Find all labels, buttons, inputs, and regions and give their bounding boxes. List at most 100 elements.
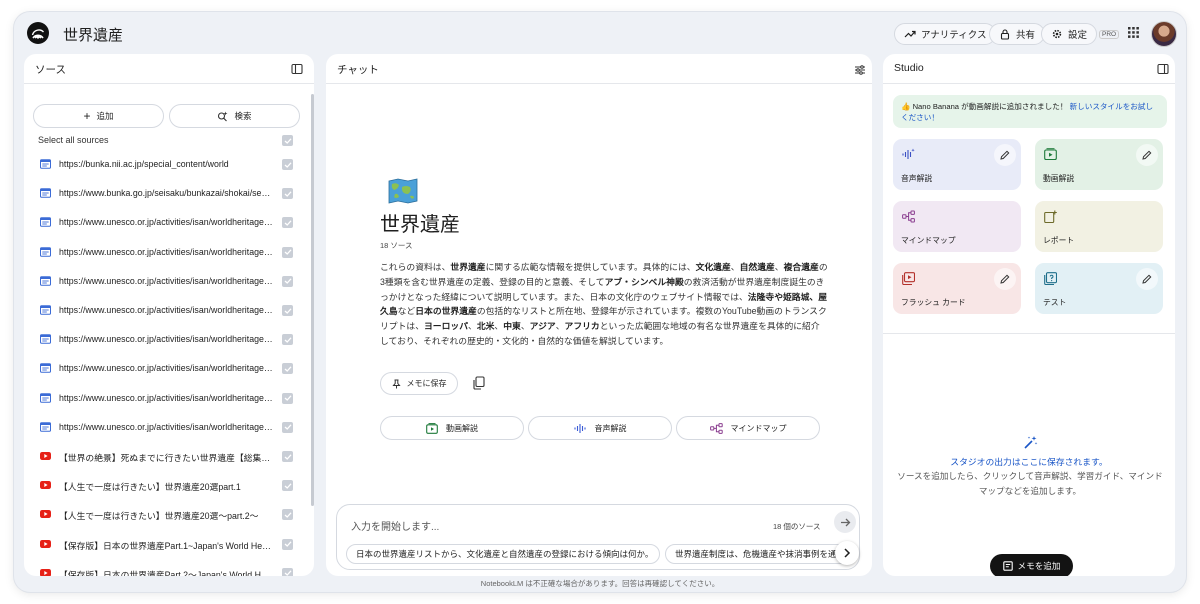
studio-card-flashcard[interactable]: フラッシュ カード bbox=[893, 263, 1021, 314]
source-checkbox[interactable] bbox=[282, 159, 293, 170]
source-title: https://www.unesco.or.jp/activities/isan… bbox=[59, 392, 273, 403]
copy-icon[interactable] bbox=[472, 376, 485, 390]
card-edit-button[interactable] bbox=[1136, 144, 1158, 166]
source-item[interactable]: https://www.unesco.or.jp/activities/isan… bbox=[24, 267, 314, 296]
checkmark-icon bbox=[284, 483, 291, 489]
summary-text: 、 bbox=[468, 321, 477, 332]
source-checkbox[interactable] bbox=[282, 509, 293, 521]
source-checkbox[interactable] bbox=[282, 363, 293, 375]
banner-text: 👍 Nano Banana が動画解説に追加されました！ bbox=[901, 102, 1068, 111]
card-edit-button[interactable] bbox=[994, 144, 1016, 166]
apps-grid-icon[interactable] bbox=[1128, 27, 1139, 38]
source-checkbox[interactable] bbox=[282, 421, 293, 433]
user-avatar[interactable] bbox=[1151, 21, 1177, 47]
studio-card-audio-waveform[interactable]: 音声解説 bbox=[893, 139, 1021, 190]
disclaimer-footer: NotebookLM は不正確な場合があります。回答は再確認してください。 bbox=[480, 579, 720, 588]
save-to-note-button[interactable]: メモに保存 bbox=[380, 372, 458, 395]
source-list: https://bunka.nii.ac.jp/special_content/… bbox=[24, 150, 314, 576]
checkmark-icon bbox=[284, 366, 291, 372]
youtube-icon bbox=[40, 452, 51, 460]
youtube-icon bbox=[40, 510, 51, 519]
studio-card-quiz[interactable]: テスト bbox=[1035, 263, 1163, 314]
checkmark-icon bbox=[284, 453, 291, 460]
sources-scrollbar[interactable] bbox=[311, 94, 314, 506]
analytics-button[interactable]: アナリティクス bbox=[894, 23, 997, 45]
notebook-title[interactable]: 世界遺産 bbox=[63, 24, 123, 45]
studio-title: Studio bbox=[894, 62, 924, 74]
checkmark-icon bbox=[284, 191, 291, 197]
share-button[interactable]: 共有 bbox=[989, 23, 1046, 45]
source-checkbox[interactable] bbox=[282, 334, 293, 346]
web-page-icon bbox=[40, 217, 51, 228]
chat-settings-sliders-icon[interactable] bbox=[854, 64, 866, 76]
summary-keyword: アブ・シンベル神殿 bbox=[604, 276, 684, 287]
studio-card-report[interactable]: レポート bbox=[1035, 201, 1163, 252]
source-checkbox[interactable] bbox=[282, 392, 293, 404]
studio-empty-title: スタジオの出力はここに保存されます。 bbox=[950, 457, 1108, 467]
source-item[interactable]: https://bunka.nii.ac.jp/special_content/… bbox=[24, 150, 314, 179]
source-item[interactable]: 【人生で一度は行きたい】世界遺産20選part.1 bbox=[24, 471, 314, 500]
source-checkbox[interactable] bbox=[282, 217, 293, 229]
source-item[interactable]: https://www.unesco.or.jp/activities/isan… bbox=[24, 325, 314, 354]
collapse-panel-icon[interactable] bbox=[291, 63, 303, 75]
source-item[interactable]: 【保存版】日本の世界遺産Part.1~Japan's World Herita.… bbox=[24, 530, 314, 559]
add-note-label: メモを追加 bbox=[1017, 561, 1061, 571]
card-edit-button[interactable] bbox=[994, 268, 1016, 290]
lock-icon bbox=[1000, 29, 1010, 40]
source-checkbox[interactable] bbox=[282, 451, 293, 462]
source-title: https://www.unesco.or.jp/activities/isan… bbox=[59, 421, 273, 432]
discover-sources-button[interactable]: 検索 bbox=[169, 104, 300, 128]
chip-audio-overview[interactable]: 音声解説 bbox=[528, 416, 672, 440]
source-item[interactable]: 【人生で一度は行きたい】世界遺産20選〜part.2〜 bbox=[24, 500, 314, 529]
source-checkbox[interactable] bbox=[282, 188, 293, 200]
suggested-question-2[interactable]: 世界遺産制度は、危機遺産や抹消事例を通 bbox=[665, 544, 855, 564]
summary-keyword: 北米 bbox=[476, 321, 495, 332]
collapse-studio-icon[interactable] bbox=[1157, 63, 1169, 75]
summary-keyword: アフリカ bbox=[564, 321, 600, 332]
checkmark-icon bbox=[284, 395, 291, 402]
summary-text: 、 bbox=[494, 321, 504, 332]
source-checkbox[interactable] bbox=[282, 480, 293, 492]
select-all-label: Select all sources bbox=[38, 135, 109, 145]
studio-card-label: レポート bbox=[1043, 236, 1075, 245]
card-edit-button[interactable] bbox=[1136, 268, 1158, 290]
studio-card-mindmap[interactable]: マインドマップ bbox=[893, 201, 1021, 252]
add-source-button[interactable]: + 追加 bbox=[33, 104, 164, 128]
source-item[interactable]: https://www.unesco.or.jp/activities/isan… bbox=[24, 296, 314, 325]
pro-badge: PRO bbox=[1099, 30, 1120, 39]
notebooklm-logo-icon[interactable] bbox=[27, 22, 49, 44]
next-suggestions-button[interactable] bbox=[835, 541, 859, 565]
source-item[interactable]: https://www.unesco.or.jp/activities/isan… bbox=[24, 354, 314, 383]
suggested-question-1[interactable]: 日本の世界遺産リストから、文化遺産と自然遺産の登録における傾向は何か。 bbox=[346, 544, 660, 564]
settings-button[interactable]: 設定 bbox=[1041, 23, 1098, 45]
source-title: https://www.bunka.go.jp/seisaku/bunkazai… bbox=[59, 188, 273, 199]
source-checkbox[interactable] bbox=[282, 275, 293, 287]
send-button[interactable] bbox=[834, 511, 856, 533]
summary-text: これらの資料は、 bbox=[380, 262, 451, 272]
source-item[interactable]: https://www.unesco.or.jp/activities/isan… bbox=[24, 208, 314, 237]
source-checkbox[interactable] bbox=[282, 246, 293, 258]
source-item[interactable]: 【保存版】日本の世界遺産Part.2〜Japan's World Herit..… bbox=[24, 559, 314, 576]
select-all-checkbox[interactable] bbox=[282, 135, 293, 146]
source-title: 【保存版】日本の世界遺産Part.2〜Japan's World Herit..… bbox=[59, 569, 273, 576]
source-item[interactable]: https://www.bunka.go.jp/seisaku/bunkazai… bbox=[24, 179, 314, 208]
audio-waveform-icon bbox=[573, 423, 586, 433]
source-checkbox[interactable] bbox=[282, 538, 293, 550]
web-page-icon bbox=[40, 276, 51, 286]
chat-input-box[interactable]: 入力を開始します... 18 個のソース 日本の世界遺産リストから、文化遺産と自… bbox=[336, 504, 860, 570]
add-note-button[interactable]: メモを追加 bbox=[990, 554, 1073, 576]
chip-video-overview[interactable]: 動画解説 bbox=[380, 416, 524, 440]
source-checkbox[interactable] bbox=[282, 305, 293, 316]
source-item[interactable]: https://www.unesco.or.jp/activities/isan… bbox=[24, 413, 314, 442]
input-source-count: 18 個のソース bbox=[773, 522, 821, 531]
source-item[interactable]: https://www.unesco.or.jp/activities/isan… bbox=[24, 384, 314, 413]
source-item[interactable]: https://www.unesco.or.jp/activities/isan… bbox=[24, 238, 314, 267]
report-icon bbox=[1044, 210, 1057, 223]
source-checkbox[interactable] bbox=[282, 567, 293, 576]
chip-mindmap[interactable]: マインドマップ bbox=[676, 416, 820, 440]
studio-card-video-play[interactable]: 動画解説 bbox=[1035, 139, 1163, 190]
source-item[interactable]: 【世界の絶景】死ぬまでに行きたい世界遺産【総集編】 bbox=[24, 442, 314, 471]
sources-divider bbox=[24, 83, 314, 84]
youtube-icon bbox=[40, 568, 51, 576]
chat-input-placeholder[interactable]: 入力を開始します... bbox=[351, 518, 439, 533]
